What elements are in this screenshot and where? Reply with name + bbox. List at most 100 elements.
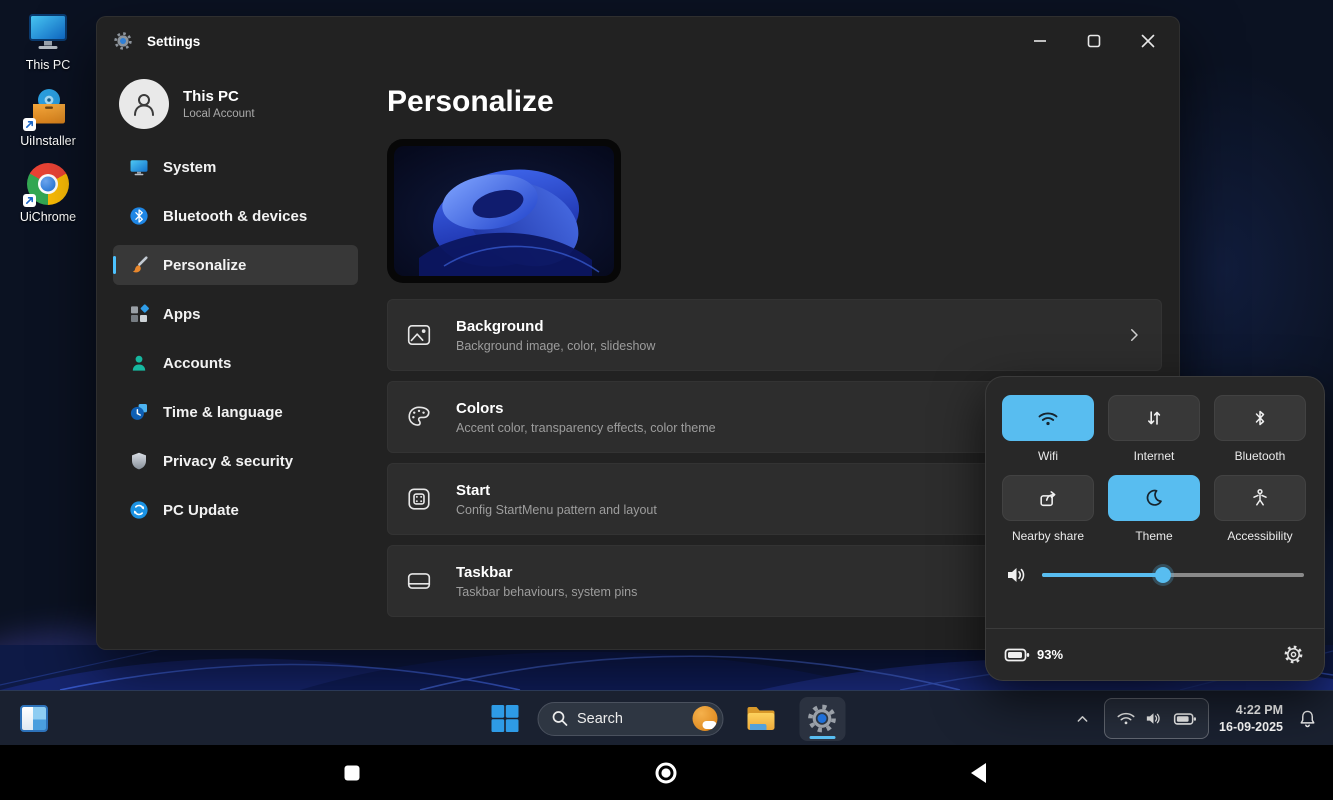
sidebar-item-label: System <box>163 159 216 176</box>
tile-label: Internet <box>1134 449 1175 463</box>
file-explorer-button[interactable] <box>738 697 784 741</box>
personalize-brush-icon <box>129 255 149 275</box>
battery-status[interactable]: 93% <box>1004 645 1063 665</box>
row-background[interactable]: Background Background image, color, slid… <box>387 299 1162 371</box>
account-type: Local Account <box>183 108 255 120</box>
desktop: This PC UiInstaller <box>0 0 1333 745</box>
chevron-right-icon <box>1125 326 1143 344</box>
weather-icon <box>692 706 717 731</box>
background-image-icon <box>406 322 432 348</box>
settings-gear-icon <box>113 31 133 51</box>
volume-slider-fill <box>1042 573 1163 577</box>
system-icon <box>129 157 149 177</box>
sidebar-item-accounts[interactable]: Accounts <box>113 343 358 383</box>
row-subtitle: Background image, color, slideshow <box>456 339 1125 353</box>
clock-date: 16-09-2025 <box>1219 719 1283 736</box>
widgets-icon[interactable] <box>20 705 48 732</box>
settings-sidebar: This PC Local Account System <box>113 73 358 539</box>
nearby-share-tile-button[interactable] <box>1002 475 1094 521</box>
desktop-icon-uiinstaller[interactable]: UiInstaller <box>8 86 88 148</box>
clock-time: 4:22 PM <box>1219 702 1283 719</box>
desktop-icon-label: UiInstaller <box>20 134 76 148</box>
taskbar-icon <box>406 568 432 594</box>
battery-icon <box>1004 645 1030 665</box>
sidebar-item-apps[interactable]: Apps <box>113 294 358 334</box>
chrome-icon <box>25 162 71 206</box>
home-circle-icon[interactable] <box>644 751 688 795</box>
tray-chevron-up-icon[interactable] <box>1070 704 1094 734</box>
sidebar-item-label: Bluetooth & devices <box>163 208 307 225</box>
sidebar-item-pc-update[interactable]: PC Update <box>113 490 358 530</box>
palette-icon <box>406 404 432 430</box>
android-navbar <box>0 745 1333 800</box>
quick-settings-gear-button[interactable] <box>1280 640 1306 670</box>
window-titlebar[interactable]: Settings <box>97 17 1179 65</box>
accessibility-tile-button[interactable] <box>1214 475 1306 521</box>
minimize-button[interactable] <box>1023 26 1057 56</box>
tray-wifi-icon <box>1116 710 1136 727</box>
theme-tile-button[interactable] <box>1108 475 1200 521</box>
taskbar: Search <box>0 690 1333 745</box>
accounts-person-icon <box>129 353 149 373</box>
tile-label: Nearby share <box>1012 529 1084 543</box>
tile-label: Bluetooth <box>1235 449 1286 463</box>
sidebar-item-personalize[interactable]: Personalize <box>113 245 358 285</box>
search-box[interactable]: Search <box>537 702 723 736</box>
page-title: Personalize <box>387 85 1159 119</box>
monitor-icon <box>25 10 71 54</box>
bluetooth-tile-button[interactable] <box>1214 395 1306 441</box>
account-name: This PC <box>183 88 255 105</box>
back-triangle-icon[interactable] <box>956 751 1000 795</box>
tile-label: Wifi <box>1038 449 1058 463</box>
volume-slider-thumb[interactable] <box>1155 567 1171 583</box>
search-icon <box>551 710 568 727</box>
quick-settings-tray-button[interactable] <box>1104 698 1209 739</box>
sidebar-item-time-language[interactable]: Time & language <box>113 392 358 432</box>
apps-icon <box>129 304 149 324</box>
maximize-button[interactable] <box>1077 26 1111 56</box>
sidebar-item-label: Apps <box>163 306 201 323</box>
volume-slider[interactable] <box>1042 573 1304 577</box>
search-label: Search <box>577 711 692 727</box>
sidebar-item-label: Time & language <box>163 404 283 421</box>
tile-label: Theme <box>1135 529 1172 543</box>
wallpaper-preview <box>387 139 621 283</box>
desktop-icon-label: UiChrome <box>20 210 76 224</box>
speaker-icon <box>1006 565 1028 585</box>
tray-battery-icon <box>1173 710 1197 728</box>
bluetooth-icon <box>129 206 149 226</box>
quick-settings-panel: Wifi Internet Bluetooth <box>985 376 1325 681</box>
sidebar-item-label: Personalize <box>163 257 246 274</box>
shortcut-arrow-icon <box>23 118 36 131</box>
row-title: Background <box>456 318 1125 335</box>
desktop-icons: This PC UiInstaller <box>8 10 88 238</box>
close-button[interactable] <box>1131 26 1165 56</box>
tray-speaker-icon <box>1145 710 1164 727</box>
time-language-icon <box>129 402 149 422</box>
settings-app-button[interactable] <box>799 697 845 741</box>
desktop-icon-this-pc[interactable]: This PC <box>8 10 88 72</box>
internet-tile-button[interactable] <box>1108 395 1200 441</box>
user-avatar-icon <box>119 79 169 129</box>
notification-bell-icon[interactable] <box>1293 704 1321 734</box>
sidebar-item-label: Accounts <box>163 355 231 372</box>
desktop-icon-label: This PC <box>26 58 70 72</box>
account-card[interactable]: This PC Local Account <box>113 73 358 147</box>
recents-square-icon[interactable] <box>330 751 374 795</box>
wifi-tile-button[interactable] <box>1002 395 1094 441</box>
shortcut-arrow-icon <box>23 194 36 207</box>
sidebar-item-privacy-security[interactable]: Privacy & security <box>113 441 358 481</box>
update-refresh-icon <box>129 500 149 520</box>
start-button[interactable] <box>488 702 522 736</box>
wallpaper-bloom-image <box>394 146 614 276</box>
tile-label: Accessibility <box>1227 529 1292 543</box>
battery-percent: 93% <box>1037 647 1063 662</box>
installer-icon <box>25 86 71 130</box>
sidebar-item-label: Privacy & security <box>163 453 293 470</box>
sidebar-item-label: PC Update <box>163 502 239 519</box>
taskbar-clock[interactable]: 4:22 PM 16-09-2025 <box>1219 702 1283 736</box>
desktop-icon-uichrome[interactable]: UiChrome <box>8 162 88 224</box>
start-menu-icon <box>406 486 432 512</box>
sidebar-item-bluetooth-devices[interactable]: Bluetooth & devices <box>113 196 358 236</box>
sidebar-item-system[interactable]: System <box>113 147 358 187</box>
